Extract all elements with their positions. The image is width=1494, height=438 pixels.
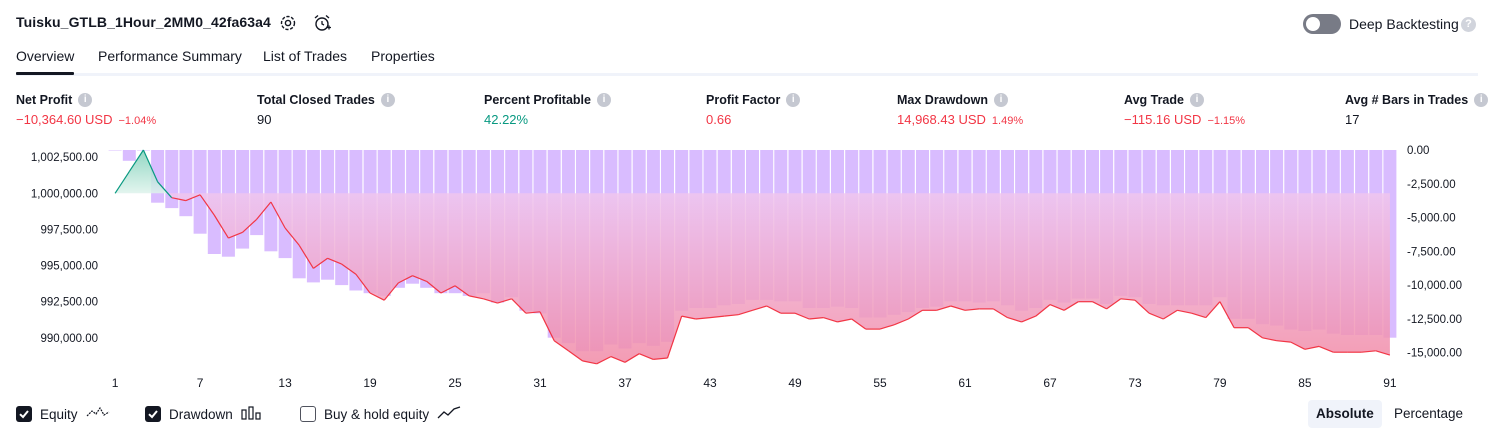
metric-value: 42.22% <box>484 112 529 127</box>
info-icon[interactable]: i <box>994 93 1008 107</box>
metric-label: Percent Profitable <box>484 93 591 107</box>
trade-tick-label: 49 <box>788 376 802 390</box>
tabs-divider <box>16 73 1478 76</box>
drawdown-tick-label: -5,000.00 <box>1407 213 1456 225</box>
legend-label: Buy & hold equity <box>324 406 430 422</box>
drawdown-tick-label: -15,000.00 <box>1407 348 1462 360</box>
help-icon[interactable]: ? <box>1461 17 1476 32</box>
metric-value: 90 <box>257 112 272 127</box>
equity-tick-label: 1,002,500.00 <box>31 152 98 164</box>
trade-tick-label: 7 <box>197 376 204 390</box>
trade-tick-label: 61 <box>958 376 972 390</box>
drawdown-axis: 0.00 -2,500.00 -5,000.00 -7,500.00 -10,000.0… <box>1407 145 1462 360</box>
metric-net-profit: Net Profit i −10,364.60 USD −1.04% <box>16 93 156 127</box>
line-chart-icon <box>437 405 461 423</box>
trade-tick-label: 19 <box>363 376 377 390</box>
tab-properties[interactable]: Properties <box>371 48 435 64</box>
info-icon[interactable]: i <box>380 93 395 107</box>
trade-tick-label: 91 <box>1383 376 1397 390</box>
metric-percent: −1.04% <box>118 115 157 127</box>
absolute-toggle[interactable]: Absolute <box>1308 400 1382 428</box>
legend-label: Drawdown <box>169 406 233 422</box>
legend-buy-hold[interactable]: Buy & hold equity <box>300 404 461 424</box>
equity-tick-label: 990,000.00 <box>40 333 98 345</box>
metric-label: Total Closed Trades <box>257 93 375 107</box>
drawdown-bar <box>108 150 122 151</box>
trade-tick-label: 25 <box>448 376 462 390</box>
metric-profit-factor: Profit Factor i 0.66 <box>706 93 801 127</box>
drawdown-bar <box>179 150 193 217</box>
legend-equity[interactable]: Equity <box>16 404 110 424</box>
trade-tick-label: 67 <box>1043 376 1057 390</box>
trade-tick-label: 73 <box>1128 376 1142 390</box>
settings-icon[interactable] <box>278 13 298 33</box>
strategy-title: Tuisku_GTLB_1Hour_2MM0_42fa63a4 <box>16 14 271 30</box>
trade-tick-label: 13 <box>278 376 292 390</box>
equity-tick-label: 992,500.00 <box>40 297 98 309</box>
metric-total-closed-trades: Total Closed Trades i 90 <box>257 93 395 127</box>
trade-tick-label: 31 <box>533 376 547 390</box>
info-icon[interactable]: i <box>596 93 611 107</box>
deep-backtesting-label: Deep Backtesting <box>1349 16 1459 32</box>
equity-tick-label: 997,500.00 <box>40 224 98 236</box>
metric-label: Profit Factor <box>706 93 781 107</box>
drawdown-checkbox[interactable] <box>145 406 161 422</box>
metric-percent-profitable: Percent Profitable i 42.22% <box>484 93 611 127</box>
drawdown-bar <box>165 150 179 209</box>
metric-value: 17 <box>1345 112 1360 127</box>
metric-label: Avg Trade <box>1124 93 1184 107</box>
equity-checkbox[interactable] <box>16 406 32 422</box>
equity-axis: 1,002,500.00 1,000,000.00 997,500.00 995,00… <box>31 152 98 345</box>
drawdown-tick-label: -7,500.00 <box>1407 246 1456 258</box>
buy-hold-checkbox[interactable] <box>300 406 316 422</box>
add-alert-icon[interactable] <box>312 13 332 33</box>
trade-tick-label: 1 <box>112 376 119 390</box>
deep-backtesting-toggle[interactable] <box>1303 14 1341 34</box>
bars-icon <box>241 405 263 423</box>
trade-tick-label: 55 <box>873 376 887 390</box>
metric-value: −10,364.60 USD <box>16 112 113 127</box>
equity-drawdown-chart[interactable]: 1,002,500.00 1,000,000.00 997,500.00 995,00… <box>0 140 1494 395</box>
drawdown-tick-label: 0.00 <box>1407 145 1429 157</box>
drawdown-bar <box>193 150 207 234</box>
metric-value: 0.66 <box>706 112 732 127</box>
drawdown-tick-label: -2,500.00 <box>1407 179 1456 191</box>
tab-list-of-trades[interactable]: List of Trades <box>263 48 347 64</box>
metric-label: Max Drawdown <box>897 93 988 107</box>
trade-tick-label: 85 <box>1298 376 1312 390</box>
trade-number-axis: 1 7 13 19 25 31 37 43 49 55 61 67 73 79 85 91 <box>112 376 1397 390</box>
info-icon[interactable]: i <box>1474 93 1489 107</box>
trade-tick-label: 79 <box>1213 376 1227 390</box>
legend-drawdown[interactable]: Drawdown <box>145 404 263 424</box>
toggle-knob <box>1306 17 1320 31</box>
metric-avg-trade: Avg Trade i −115.16 USD −1.15% <box>1124 93 1245 127</box>
tab-overview[interactable]: Overview <box>16 48 75 75</box>
metric-label: Net Profit <box>16 93 73 107</box>
drawdown-bar <box>122 150 136 161</box>
trade-tick-label: 43 <box>703 376 717 390</box>
legend-label: Equity <box>40 406 78 422</box>
metric-max-drawdown: Max Drawdown i 14,968.43 USD 1.49% <box>897 93 1023 127</box>
tab-performance-summary[interactable]: Performance Summary <box>98 48 242 64</box>
percentage-toggle[interactable]: Percentage <box>1386 400 1471 428</box>
equity-line-icon <box>86 406 110 423</box>
metric-value: −115.16 USD <box>1124 112 1202 127</box>
info-icon[interactable]: i <box>78 93 93 107</box>
drawdown-tick-label: -10,000.00 <box>1407 280 1462 292</box>
drawdown-tick-label: -12,500.00 <box>1407 314 1462 326</box>
trade-tick-label: 37 <box>618 376 632 390</box>
metric-avg-bars-in-trades: Avg # Bars in Trades i 17 <box>1345 93 1489 127</box>
metric-value: 14,968.43 USD <box>897 112 986 127</box>
equity-tick-label: 1,000,000.00 <box>31 188 98 200</box>
equity-tick-label: 995,000.00 <box>40 261 98 273</box>
info-icon[interactable]: i <box>1189 93 1204 107</box>
metric-percent: −1.15% <box>1207 115 1246 127</box>
info-icon[interactable]: i <box>786 93 801 107</box>
metric-percent: 1.49% <box>991 115 1024 127</box>
metric-label: Avg # Bars in Trades <box>1345 93 1469 107</box>
